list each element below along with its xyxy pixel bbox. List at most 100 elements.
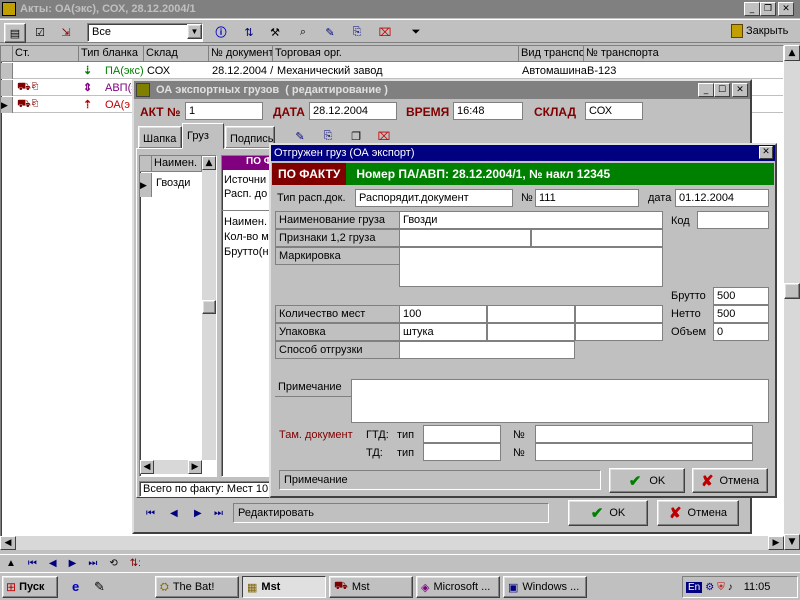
prev-record-icon[interactable]: ◀ xyxy=(170,508,178,519)
first-record-icon[interactable]: ⏮ xyxy=(28,558,37,569)
col-header-transport-type[interactable]: Вид транспо xyxy=(519,46,584,62)
notes-icon[interactable]: ✎ xyxy=(94,579,105,595)
export-ok-button[interactable]: ✔ OK xyxy=(568,500,648,526)
sign-1-field[interactable] xyxy=(399,229,531,247)
doc-type-field[interactable]: Распорядит.документ xyxy=(355,189,513,207)
chevron-down-icon[interactable]: ▼ xyxy=(187,24,202,39)
add-record-icon[interactable]: ⎘ xyxy=(320,128,336,144)
checkbox-icon[interactable]: ☑ xyxy=(32,24,48,40)
tray-icon-b[interactable]: ⛨ xyxy=(717,582,725,593)
cargo-grid-hscroll[interactable]: ◀ ▶ xyxy=(140,460,202,474)
tray-icon-a[interactable]: ⚙ xyxy=(705,582,714,593)
cargo-grid-header[interactable]: Наимен. xyxy=(152,156,202,172)
export-close-button[interactable]: ✕ xyxy=(732,83,748,97)
scroll-left-button[interactable]: ◀ xyxy=(140,460,154,474)
close-button[interactable]: ✕ xyxy=(778,2,794,16)
scroll-right-button[interactable]: ▶ xyxy=(188,460,202,474)
volume-icon[interactable]: ♪ xyxy=(728,582,733,593)
time-field[interactable]: 16:48 xyxy=(453,102,523,120)
close-action-button[interactable]: Закрыть xyxy=(731,24,788,38)
sign-2-field[interactable] xyxy=(531,229,663,247)
netto-field[interactable]: 500 xyxy=(713,305,769,323)
funnel-icon[interactable]: ⏷ xyxy=(408,24,424,40)
scroll-thumb[interactable] xyxy=(784,283,800,299)
lang-indicator[interactable]: En xyxy=(686,581,703,593)
places-extra-1[interactable] xyxy=(487,305,575,323)
refresh-icon[interactable]: ⟲ xyxy=(109,558,117,569)
shipped-cancel-button[interactable]: ✘ Отмена xyxy=(692,468,768,493)
table-row[interactable]: ⇣ ПА(экс) СОХ 28.12.2004 / Механический … xyxy=(1,63,783,79)
pack-extra-2[interactable] xyxy=(575,323,663,341)
scroll-up-button[interactable]: ▲ xyxy=(202,156,216,170)
kod-field[interactable] xyxy=(697,211,769,229)
prev-record-icon[interactable]: ◀ xyxy=(49,558,57,569)
col-header-sklad[interactable]: Склад xyxy=(144,46,209,62)
tab-podpis[interactable]: Подпись xyxy=(225,126,275,148)
next-record-icon[interactable]: ▶ xyxy=(69,558,77,569)
collapse-icon[interactable]: ▲ xyxy=(6,558,16,569)
shipped-close-button[interactable]: ✕ xyxy=(759,146,773,159)
main-vscroll[interactable]: ▲ ▼ xyxy=(784,45,800,550)
col-header-status[interactable]: Ст. xyxy=(13,46,79,62)
cargo-grid-row[interactable]: Гвозди xyxy=(156,177,190,189)
copy-icon[interactable]: ▤ xyxy=(4,23,26,43)
edit-icon[interactable]: ✎ xyxy=(322,24,338,40)
first-record-icon[interactable]: ⏮ xyxy=(146,508,155,519)
col-header-org[interactable]: Торговая орг. xyxy=(273,46,519,62)
note-field[interactable] xyxy=(351,379,769,423)
add-doc-icon[interactable]: ⎘ xyxy=(349,24,365,40)
ship-method-field[interactable] xyxy=(399,341,575,359)
copy-record-icon[interactable]: ❐ xyxy=(348,128,364,144)
td-type-field[interactable] xyxy=(423,443,501,461)
akt-field[interactable]: 1 xyxy=(185,102,263,120)
last-record-icon[interactable]: ⏭ xyxy=(88,558,97,569)
col-header-transport-num[interactable]: № транспорта xyxy=(584,46,783,62)
scroll-down-button[interactable]: ▼ xyxy=(784,534,800,550)
doc-date-field[interactable]: 01.12.2004 xyxy=(675,189,769,207)
sklad-field[interactable]: СОХ xyxy=(585,102,643,120)
tab-shapka[interactable]: Шапка xyxy=(138,126,182,148)
export-minimize-button[interactable]: _ xyxy=(698,83,714,97)
scroll-left-button[interactable]: ◀ xyxy=(0,536,16,550)
volume-field[interactable]: 0 xyxy=(713,323,769,341)
last-record-icon[interactable]: ⏭ xyxy=(214,508,223,519)
pack-extra-1[interactable] xyxy=(487,323,575,341)
pack-field[interactable]: штука xyxy=(399,323,487,341)
export-maximize-button[interactable]: ☐ xyxy=(714,83,730,97)
next-record-icon[interactable]: ▶ xyxy=(194,508,202,519)
tools-icon[interactable]: ⚒ xyxy=(267,24,283,40)
gtd-num-field[interactable] xyxy=(535,425,753,443)
edit-record-icon[interactable]: ✎ xyxy=(292,128,308,144)
scroll-thumb[interactable] xyxy=(202,300,216,314)
date-field[interactable]: 28.12.2004 xyxy=(309,102,397,120)
cargo-grid-vscroll[interactable]: ▲ xyxy=(202,156,216,460)
task-mst-active[interactable]: ▦ Mst xyxy=(242,576,326,598)
cargo-name-field[interactable]: Гвозди xyxy=(399,211,663,229)
shipped-ok-button[interactable]: ✔ OK xyxy=(609,468,685,493)
restore-button[interactable]: ❐ xyxy=(760,2,776,16)
td-num-field[interactable] xyxy=(535,443,753,461)
task-thebat[interactable]: ⛭ The Bat! xyxy=(155,576,239,598)
tab-gruz[interactable]: Груз xyxy=(182,123,224,149)
ie-icon[interactable]: e xyxy=(72,579,79,594)
col-header-type[interactable]: Тип бланка xyxy=(79,46,144,62)
sort-icon[interactable]: ⇅ xyxy=(241,24,257,40)
delete-record-icon[interactable]: ⌧ xyxy=(376,128,392,144)
marking-field[interactable] xyxy=(399,247,663,287)
task-windows[interactable]: ▣ Windows ... xyxy=(503,576,587,598)
places-field[interactable]: 100 xyxy=(399,305,487,323)
doc-num-field[interactable]: 111 xyxy=(535,189,639,207)
col-header-doc[interactable]: № документа xyxy=(209,46,273,62)
brutto-field[interactable]: 500 xyxy=(713,287,769,305)
task-mst[interactable]: ⛟ Mst xyxy=(329,576,413,598)
main-hscroll[interactable]: ◀ ▶ xyxy=(0,536,784,550)
scroll-right-button[interactable]: ▶ xyxy=(768,536,784,550)
search-icon[interactable]: ⌕ xyxy=(295,24,311,40)
start-button[interactable]: ⊞ Пуск xyxy=(2,576,58,598)
export-cancel-button[interactable]: ✘ Отмена xyxy=(657,500,739,526)
info-icon[interactable]: ⓘ xyxy=(213,24,229,40)
delete-doc-icon[interactable]: ⌧ xyxy=(377,24,393,40)
scroll-up-button[interactable]: ▲ xyxy=(784,45,800,61)
task-microsoft[interactable]: ◈ Microsoft ... xyxy=(416,576,500,598)
minimize-button[interactable]: _ xyxy=(744,2,760,16)
